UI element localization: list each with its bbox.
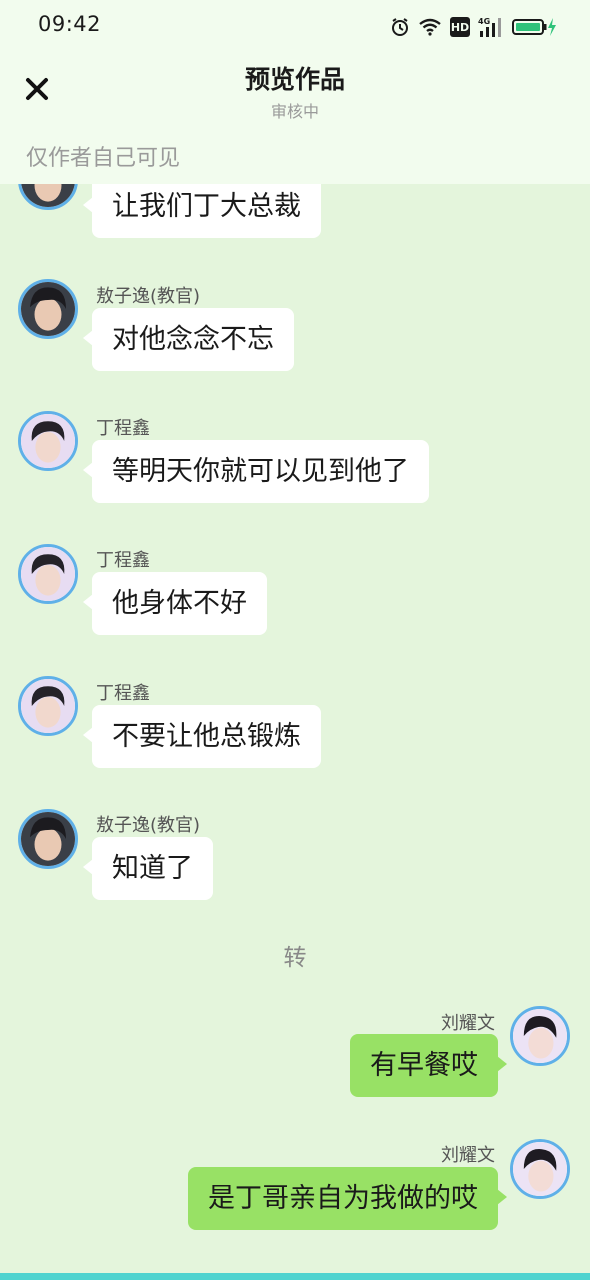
visibility-note: 仅作者自己可见 (26, 146, 181, 171)
battery-icon (512, 18, 556, 36)
sender-name: 丁程鑫 (96, 418, 150, 439)
avatar[interactable] (18, 544, 78, 604)
scene-divider-text: 转 (283, 945, 307, 971)
message-bubble[interactable]: 知道了 (83, 837, 213, 900)
avatar[interactable] (18, 676, 78, 736)
page-title: 预览作品 (244, 65, 345, 94)
sender-name: 丁程鑫 (96, 550, 150, 571)
avatar-photo-icon (21, 547, 75, 601)
message-bubble[interactable]: 让我们丁大总裁 (83, 175, 321, 238)
avatar-photo-icon (21, 679, 75, 733)
avatar-photo-icon (21, 812, 75, 866)
sender-name: 丁程鑫 (96, 683, 150, 704)
charging-icon (548, 18, 556, 36)
signal-4g-icon: 4G (478, 17, 501, 37)
avatar[interactable] (18, 411, 78, 471)
top-header: 09:42 HD 4G 预览作品 审核中 仅作者自己可见 (0, 0, 590, 184)
status-bar: 09:42 HD 4G (0, 0, 590, 54)
status-time: 09:42 (38, 12, 102, 36)
message-bubble[interactable]: 对他念念不忘 (83, 308, 294, 371)
bottom-accent-bar (0, 1273, 590, 1280)
sender-name: 刘耀文 (441, 1145, 495, 1166)
sender-name: 刘耀文 (441, 1013, 495, 1034)
avatar-photo-icon (21, 282, 75, 336)
avatar[interactable] (18, 809, 78, 869)
sender-name: 敖子逸(教官) (96, 815, 201, 836)
review-status: 审核中 (270, 102, 319, 121)
avatar[interactable] (510, 1139, 570, 1199)
message-bubble[interactable]: 他身体不好 (83, 572, 267, 635)
wifi-icon (419, 18, 441, 36)
status-icons: HD 4G (390, 14, 556, 40)
alarm-icon (392, 18, 408, 36)
message-bubble[interactable]: 有早餐哎 (350, 1034, 507, 1097)
hd-icon: HD (450, 17, 470, 37)
message-bubble[interactable]: 等明天你就可以见到他了 (83, 440, 429, 503)
sender-name: 敖子逸(教官) (96, 286, 201, 307)
avatar[interactable] (510, 1006, 570, 1066)
avatar-photo-icon (513, 1009, 567, 1063)
network-label: 4G (478, 17, 490, 26)
avatar[interactable] (18, 279, 78, 339)
avatar-photo-icon (513, 1142, 567, 1196)
avatar-photo-icon (21, 414, 75, 468)
message-bubble[interactable]: 不要让他总锻炼 (83, 705, 321, 768)
message-bubble[interactable]: 是丁哥亲自为我做的哎 (188, 1167, 507, 1230)
